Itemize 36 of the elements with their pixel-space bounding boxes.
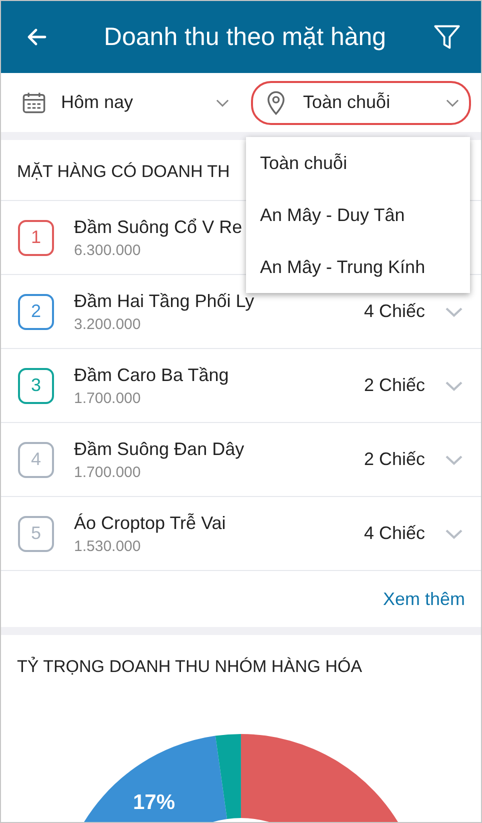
item-name: Đầm Suông Cổ V Re: [74, 216, 242, 238]
item-name: Áo Croptop Trễ Vai: [74, 512, 226, 534]
item-name: Đầm Hai Tầng Phối Ly: [74, 290, 254, 312]
item-name: Đầm Suông Đan Dây: [74, 438, 244, 460]
item-revenue: 6.300.000: [74, 242, 141, 258]
dropdown-option[interactable]: An Mây - Duy Tân: [246, 189, 470, 241]
slice-percent-label: 17%: [133, 791, 176, 815]
item-quantity: 4 Chiếc: [364, 301, 425, 322]
section-title: TỶ TRỌNG DOANH THU NHÓM HÀNG HÓA: [16, 656, 364, 678]
filter-icon[interactable]: [433, 23, 461, 51]
item-revenue: 3.200.000: [74, 316, 141, 332]
chevron-down-icon: [216, 98, 229, 106]
item-revenue: 1.530.000: [74, 538, 141, 554]
calendar-icon: [21, 90, 47, 116]
dropdown-option[interactable]: Toàn chuỗi: [246, 137, 470, 189]
chevron-down-icon[interactable]: [445, 380, 463, 390]
see-more-link[interactable]: Xem thêm: [382, 588, 465, 610]
item-revenue: 1.700.000: [74, 390, 141, 406]
chevron-down-icon[interactable]: [445, 306, 463, 316]
rank-badge: 3: [18, 368, 54, 404]
rank-badge: 1: [18, 220, 54, 256]
location-selector[interactable]: Toàn chuỗi: [251, 80, 471, 124]
item-name: Đầm Caro Ba Tầng: [74, 364, 229, 386]
chevron-down-icon[interactable]: [445, 528, 463, 538]
dropdown-option[interactable]: An Mây - Trung Kính: [246, 241, 470, 293]
screen-title: Doanh thu theo mặt hàng: [102, 22, 388, 52]
item-quantity: 4 Chiếc: [364, 523, 425, 544]
chevron-down-icon: [446, 98, 459, 106]
item-quantity: 2 Chiếc: [364, 375, 425, 396]
rank-badge: 4: [18, 442, 54, 478]
item-revenue: 1.700.000: [74, 464, 141, 480]
chevron-down-icon[interactable]: [445, 454, 463, 464]
rank-badge: 2: [18, 294, 54, 330]
rank-badge: 5: [18, 516, 54, 552]
item-quantity: 2 Chiếc: [364, 449, 425, 470]
date-selector[interactable]: Hôm nay: [17, 80, 241, 124]
